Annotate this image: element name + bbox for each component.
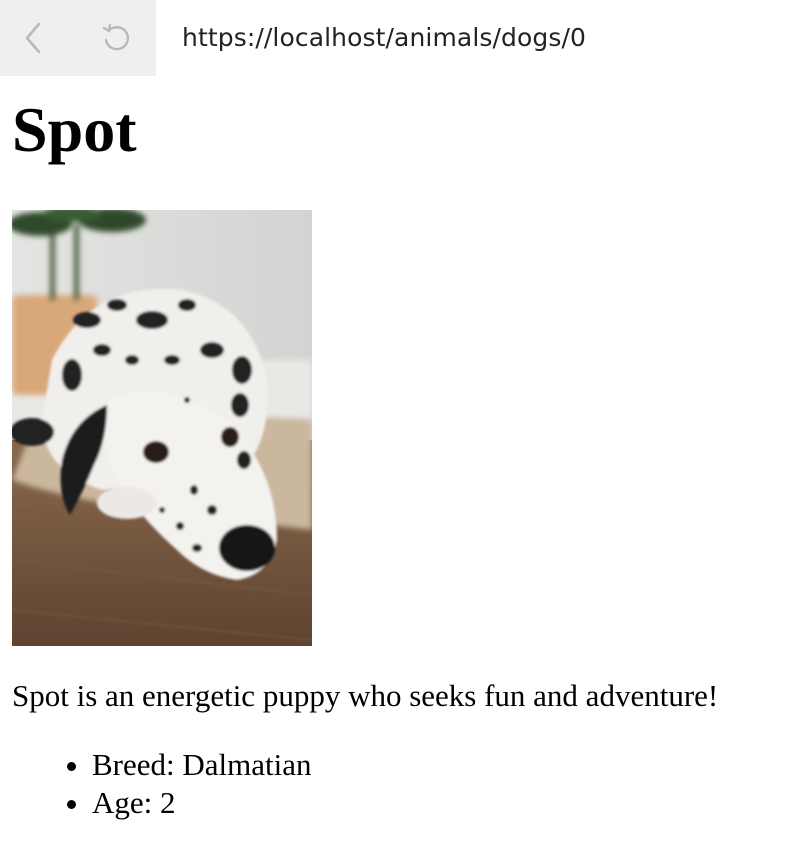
dog-details-list: Breed: Dalmatian Age: 2: [12, 746, 312, 822]
page-title: Spot: [12, 94, 137, 165]
back-button[interactable]: [14, 18, 54, 58]
address-bar-url[interactable]: https://localhost/animals/dogs/0: [182, 18, 586, 58]
reload-icon: [102, 23, 130, 51]
dog-description: Spot is an energetic puppy who seeks fun…: [12, 678, 719, 713]
chevron-left-icon: [25, 22, 41, 54]
navigation-controls: [0, 0, 156, 76]
dog-photo: [12, 210, 312, 646]
detail-age: Age: 2: [92, 784, 312, 822]
detail-breed: Breed: Dalmatian: [92, 746, 312, 784]
reload-button[interactable]: [96, 18, 136, 58]
browser-toolbar: https://localhost/animals/dogs/0: [0, 0, 790, 76]
